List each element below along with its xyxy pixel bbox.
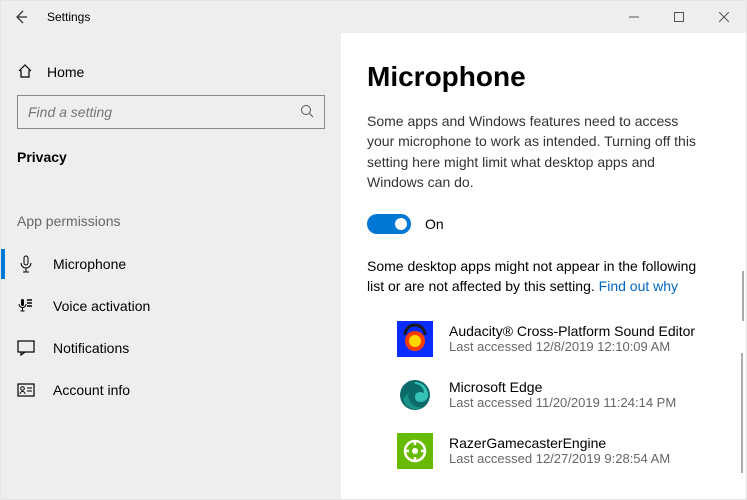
toggle-state-label: On	[425, 216, 444, 232]
desktop-apps-note: Some desktop apps might not appear in th…	[367, 256, 714, 297]
app-last-accessed: Last accessed 12/27/2019 9:28:54 AM	[449, 451, 670, 466]
sidebar-item-microphone[interactable]: Microphone	[1, 243, 341, 285]
find-out-why-link[interactable]: Find out why	[599, 278, 678, 294]
app-last-accessed: Last accessed 12/8/2019 12:10:09 AM	[449, 339, 695, 354]
page-heading: Microphone	[367, 61, 714, 93]
titlebar: Settings	[1, 1, 746, 33]
sidebar-item-label: Microphone	[53, 256, 126, 272]
app-icon-audacity	[397, 321, 433, 357]
scrollbar-indicator-main[interactable]	[741, 353, 743, 473]
search-icon	[300, 104, 314, 121]
app-last-accessed: Last accessed 11/20/2019 11:24:14 PM	[449, 395, 676, 410]
app-icon-razer	[397, 433, 433, 469]
home-label: Home	[47, 64, 84, 80]
window-controls	[611, 1, 746, 33]
window-title: Settings	[47, 10, 90, 24]
voice-activation-icon	[17, 297, 35, 315]
account-info-icon	[17, 383, 35, 397]
notifications-icon	[17, 340, 35, 356]
category-label: Privacy	[1, 133, 341, 169]
app-row-edge: Microsoft Edge Last accessed 11/20/2019 …	[367, 367, 714, 423]
page-description: Some apps and Windows features need to a…	[367, 111, 707, 192]
sidebar-item-account-info[interactable]: Account info	[1, 369, 341, 411]
app-row-audacity: Audacity® Cross-Platform Sound Editor La…	[367, 311, 714, 367]
home-icon	[17, 63, 33, 82]
back-arrow-icon	[13, 9, 29, 25]
sidebar-item-label: Account info	[53, 382, 130, 398]
microphone-icon	[17, 255, 35, 273]
maximize-button[interactable]	[656, 1, 701, 33]
sidebar-item-notifications[interactable]: Notifications	[1, 327, 341, 369]
maximize-icon	[674, 12, 684, 22]
app-row-razer: RazerGamecasterEngine Last accessed 12/2…	[367, 423, 714, 479]
close-button[interactable]	[701, 1, 746, 33]
sidebar-item-label: Voice activation	[53, 298, 150, 314]
search-box[interactable]	[17, 95, 325, 129]
close-icon	[719, 12, 729, 22]
home-nav[interactable]: Home	[1, 53, 341, 91]
sidebar-item-voice-activation[interactable]: Voice activation	[1, 285, 341, 327]
app-name: Microsoft Edge	[449, 379, 676, 395]
back-button[interactable]	[1, 1, 41, 33]
toggle-knob	[395, 218, 407, 230]
app-name: RazerGamecasterEngine	[449, 435, 670, 451]
minimize-icon	[629, 12, 639, 22]
scrollbar-indicator[interactable]	[742, 271, 744, 321]
search-input[interactable]	[28, 104, 300, 120]
minimize-button[interactable]	[611, 1, 656, 33]
microphone-toggle[interactable]	[367, 214, 411, 234]
section-label: App permissions	[1, 169, 341, 243]
app-name: Audacity® Cross-Platform Sound Editor	[449, 323, 695, 339]
sidebar-item-label: Notifications	[53, 340, 129, 356]
sidebar: Home Privacy App permissions Microphone …	[1, 33, 341, 499]
app-icon-edge	[397, 377, 433, 413]
main-content: Microphone Some apps and Windows feature…	[341, 33, 746, 499]
